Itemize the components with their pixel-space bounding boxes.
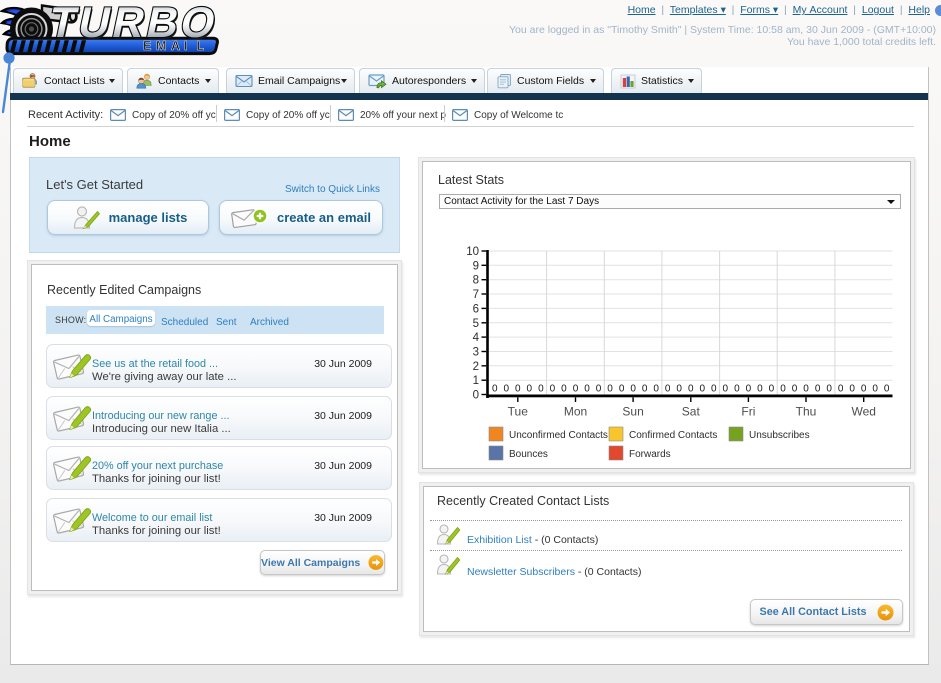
svg-text:0: 0 <box>584 384 590 395</box>
svg-text:8: 8 <box>473 275 479 287</box>
svg-text:0: 0 <box>688 384 694 395</box>
svg-text:0: 0 <box>515 384 521 395</box>
svg-text:Wed: Wed <box>851 405 875 419</box>
svg-text:0: 0 <box>769 384 775 395</box>
svg-text:0: 0 <box>792 384 798 395</box>
svg-text:Unsubscribes: Unsubscribes <box>749 430 810 441</box>
svg-text:0: 0 <box>642 384 648 395</box>
svg-text:0: 0 <box>838 384 844 395</box>
svg-text:0: 0 <box>746 384 752 395</box>
svg-text:Sat: Sat <box>682 405 701 419</box>
svg-text:0: 0 <box>527 384 533 395</box>
svg-text:0: 0 <box>734 384 740 395</box>
svg-text:7: 7 <box>473 289 479 301</box>
svg-text:0: 0 <box>803 384 809 395</box>
svg-text:2: 2 <box>473 361 479 373</box>
svg-text:0: 0 <box>573 384 579 395</box>
svg-text:0: 0 <box>780 384 786 395</box>
svg-text:Fri: Fri <box>741 405 755 419</box>
svg-text:Tue: Tue <box>508 405 529 419</box>
svg-text:0: 0 <box>538 384 544 395</box>
svg-text:0: 0 <box>884 384 890 395</box>
svg-text:0: 0 <box>723 384 729 395</box>
svg-text:0: 0 <box>550 384 556 395</box>
svg-text:4: 4 <box>473 332 480 344</box>
svg-text:0: 0 <box>653 384 659 395</box>
svg-text:Confirmed Contacts: Confirmed Contacts <box>629 430 717 441</box>
svg-text:0: 0 <box>492 384 498 395</box>
svg-text:Bounces: Bounces <box>509 449 548 460</box>
svg-text:0: 0 <box>596 384 602 395</box>
svg-text:TURBO: TURBO <box>45 2 223 47</box>
svg-text:0: 0 <box>607 384 613 395</box>
svg-text:0: 0 <box>473 390 479 402</box>
svg-text:0: 0 <box>826 384 832 395</box>
svg-text:0: 0 <box>630 384 636 395</box>
svg-text:9: 9 <box>473 260 479 272</box>
svg-text:0: 0 <box>504 384 510 395</box>
svg-text:0: 0 <box>676 384 682 395</box>
svg-text:0: 0 <box>815 384 821 395</box>
svg-text:Thu: Thu <box>796 405 817 419</box>
svg-text:6: 6 <box>473 303 479 315</box>
svg-text:0: 0 <box>619 384 625 395</box>
svg-text:Sun: Sun <box>622 405 643 419</box>
svg-text:0: 0 <box>711 384 717 395</box>
svg-text:Unconfirmed Contacts: Unconfirmed Contacts <box>509 430 608 441</box>
svg-text:Mon: Mon <box>564 405 587 419</box>
svg-text:0: 0 <box>665 384 671 395</box>
svg-text:5: 5 <box>473 318 479 330</box>
svg-text:1: 1 <box>473 375 479 387</box>
svg-text:0: 0 <box>861 384 867 395</box>
svg-text:3: 3 <box>473 347 479 359</box>
svg-text:0: 0 <box>872 384 878 395</box>
svg-text:0: 0 <box>849 384 855 395</box>
svg-text:Forwards: Forwards <box>629 449 671 460</box>
svg-text:10: 10 <box>466 246 479 258</box>
svg-text:0: 0 <box>700 384 706 395</box>
svg-text:0: 0 <box>757 384 763 395</box>
svg-text:0: 0 <box>561 384 567 395</box>
